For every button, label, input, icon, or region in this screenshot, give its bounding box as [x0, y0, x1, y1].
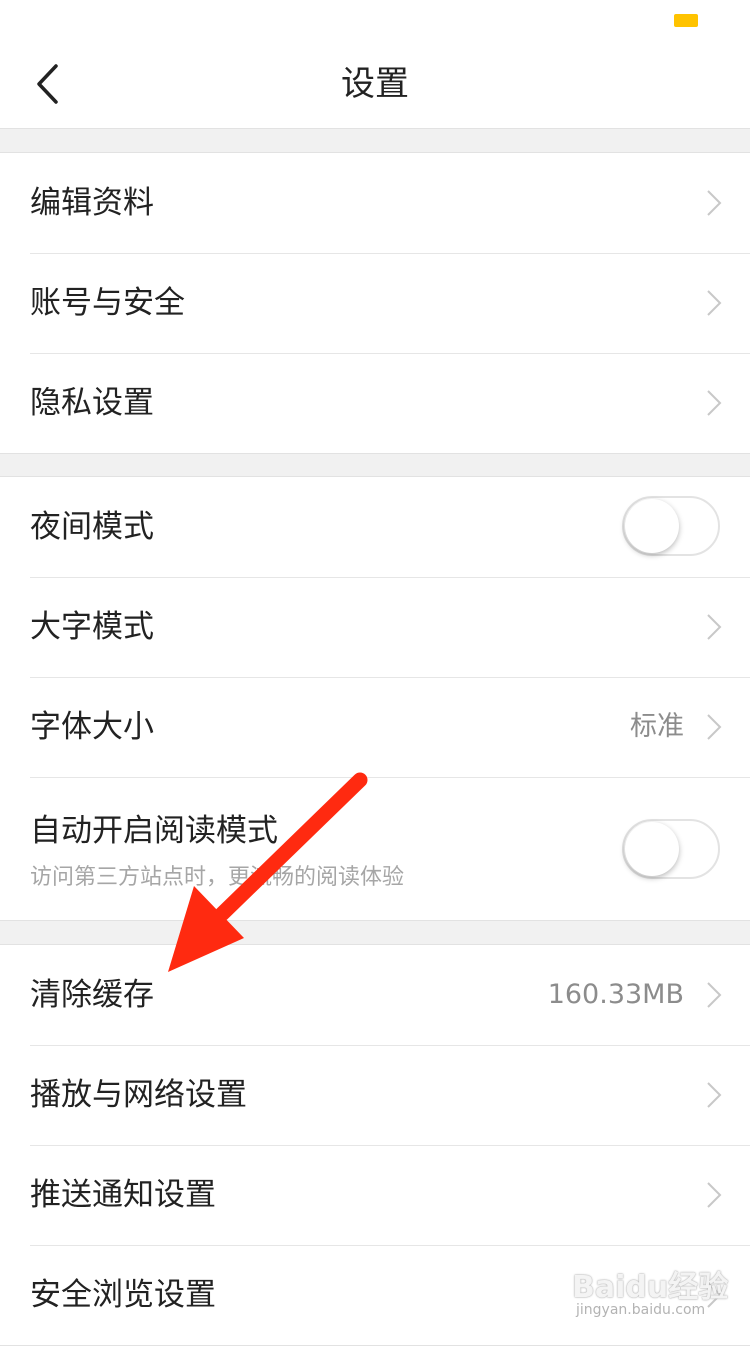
night-mode-toggle[interactable]: [622, 496, 720, 556]
settings-group-account: 编辑资料 账号与安全 隐私设置: [0, 152, 750, 454]
auto-reading-mode-toggle[interactable]: [622, 819, 720, 879]
settings-item-label: 推送通知设置: [30, 1177, 216, 1213]
settings-item-label: 播放与网络设置: [30, 1077, 247, 1113]
chevron-right-icon: [707, 1182, 722, 1208]
settings-group-general: 清除缓存 160.33MB 播放与网络设置 推送通知设置 安全浏览设置: [0, 944, 750, 1346]
nav-bar: 设置: [0, 40, 750, 129]
toggle-knob: [625, 822, 679, 876]
settings-item-font-size[interactable]: 字体大小 标准: [0, 677, 750, 777]
settings-item-label: 字体大小: [30, 709, 154, 745]
status-bar: [0, 0, 750, 40]
chevron-right-icon: [707, 714, 722, 740]
chevron-right-icon: [707, 390, 722, 416]
settings-item-clear-cache[interactable]: 清除缓存 160.33MB: [0, 945, 750, 1045]
settings-item-large-text-mode[interactable]: 大字模式: [0, 577, 750, 677]
chevron-right-icon: [707, 290, 722, 316]
settings-item-safe-browsing[interactable]: 安全浏览设置: [0, 1245, 750, 1345]
settings-item-label: 夜间模式: [30, 509, 154, 545]
chevron-right-icon: [707, 190, 722, 216]
cache-size-value: 160.33MB: [547, 979, 684, 1010]
settings-item-sublabel: 访问第三方站点时，更流畅的阅读体验: [30, 865, 405, 890]
toggle-knob: [625, 499, 679, 553]
settings-item-push-notifications[interactable]: 推送通知设置: [0, 1145, 750, 1245]
settings-item-label: 清除缓存: [30, 977, 154, 1013]
settings-item-privacy[interactable]: 隐私设置: [0, 353, 750, 453]
settings-item-label: 自动开启阅读模式: [30, 813, 278, 849]
settings-item-edit-profile[interactable]: 编辑资料: [0, 153, 750, 253]
chevron-left-icon: [37, 64, 58, 104]
settings-item-label: 编辑资料: [30, 185, 154, 221]
chevron-right-icon: [707, 1282, 722, 1308]
settings-item-night-mode: 夜间模式: [0, 477, 750, 577]
settings-group-display: 夜间模式 大字模式 字体大小 标准 自动开启阅读模式 访问第三方站点时，更流畅的…: [0, 476, 750, 921]
settings-item-account-security[interactable]: 账号与安全: [0, 253, 750, 353]
chevron-right-icon: [707, 614, 722, 640]
chevron-right-icon: [707, 982, 722, 1008]
settings-item-label: 大字模式: [30, 609, 154, 645]
chevron-right-icon: [707, 1082, 722, 1108]
font-size-value: 标准: [630, 711, 684, 742]
settings-item-label: 隐私设置: [30, 385, 154, 421]
settings-item-auto-reading-mode: 自动开启阅读模式 访问第三方站点时，更流畅的阅读体验: [0, 777, 750, 920]
battery-icon: [674, 14, 698, 27]
settings-item-label: 安全浏览设置: [30, 1277, 216, 1313]
page-title: 设置: [341, 64, 409, 104]
settings-item-label: 账号与安全: [30, 285, 185, 321]
settings-item-playback-network[interactable]: 播放与网络设置: [0, 1045, 750, 1145]
back-button[interactable]: [22, 60, 70, 108]
